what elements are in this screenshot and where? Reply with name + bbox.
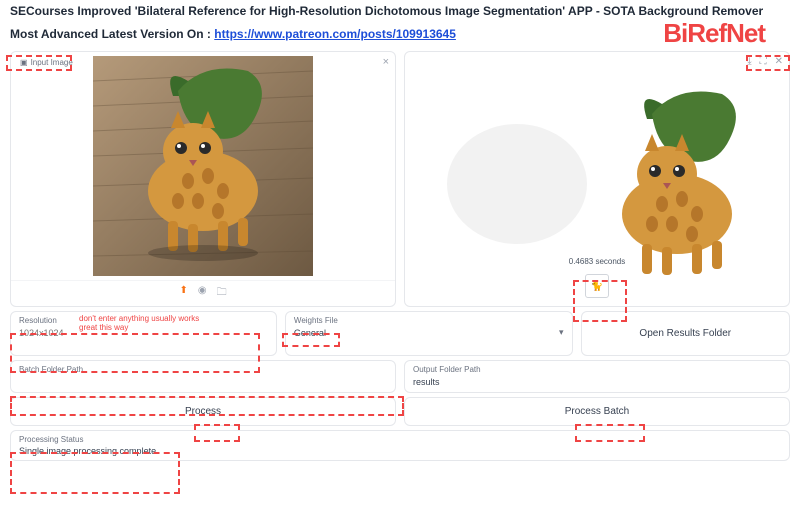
input-image-label: ▣ Input Image xyxy=(15,56,78,69)
clear-input-button[interactable]: × xyxy=(383,56,389,68)
status-value: Single image processing complete. xyxy=(19,446,781,456)
status-label: Processing Status xyxy=(19,435,781,444)
batch-folder-field: Batch Folder Path xyxy=(10,360,396,393)
output-image-panel: ⤓ ⛶ ✕ xyxy=(404,51,790,307)
output-folder-input[interactable] xyxy=(413,376,781,388)
output-folder-label: Output Folder Path xyxy=(413,365,781,374)
subtitle: Most Advanced Latest Version On : https:… xyxy=(10,27,456,41)
camera-icon[interactable]: ◉ xyxy=(198,285,207,302)
header: SECourses Improved 'Bilateral Reference … xyxy=(0,0,800,51)
download-icon[interactable]: ⤓ xyxy=(747,56,751,67)
upload-icon[interactable]: ⬆ xyxy=(179,285,187,302)
weights-field: Weights File General ▾ xyxy=(285,311,573,356)
input-image-panel[interactable]: ▣ Input Image × xyxy=(10,51,396,307)
fullscreen-icon[interactable]: ⛶ xyxy=(760,56,767,67)
weights-select[interactable]: General ▾ xyxy=(294,327,564,338)
output-thumbnail[interactable]: 🐈 xyxy=(585,274,609,298)
batch-folder-label: Batch Folder Path xyxy=(19,365,387,374)
resolution-note: don't enter anything usually works great… xyxy=(79,315,209,333)
status-field: Processing Status Single image processin… xyxy=(10,430,790,461)
input-image-preview xyxy=(11,52,395,280)
output-toolbar: ⤓ ⛶ ✕ xyxy=(747,56,783,67)
process-button[interactable]: Process xyxy=(10,397,396,426)
processing-time: 0.4683 seconds xyxy=(569,257,626,266)
image-icon: ▣ xyxy=(20,58,28,67)
patreon-link[interactable]: https://www.patreon.com/posts/109913645 xyxy=(214,27,456,41)
clipboard-icon[interactable]: 🗀 xyxy=(217,285,227,302)
brand-logo: BiRefNet xyxy=(663,18,765,49)
input-image-toolbar: ⬆ ◉ 🗀 xyxy=(11,280,395,306)
app-title: SECourses Improved 'Bilateral Reference … xyxy=(10,4,790,18)
open-results-button[interactable]: Open Results Folder xyxy=(581,311,790,356)
output-image-preview xyxy=(405,52,789,306)
chevron-down-icon: ▾ xyxy=(559,327,564,338)
weights-label: Weights File xyxy=(294,316,564,325)
batch-folder-input[interactable] xyxy=(19,376,387,388)
close-icon[interactable]: ✕ xyxy=(775,56,783,67)
process-batch-button[interactable]: Process Batch xyxy=(404,397,790,426)
output-folder-field: Output Folder Path xyxy=(404,360,790,393)
resolution-field: Resolution don't enter anything usually … xyxy=(10,311,277,356)
